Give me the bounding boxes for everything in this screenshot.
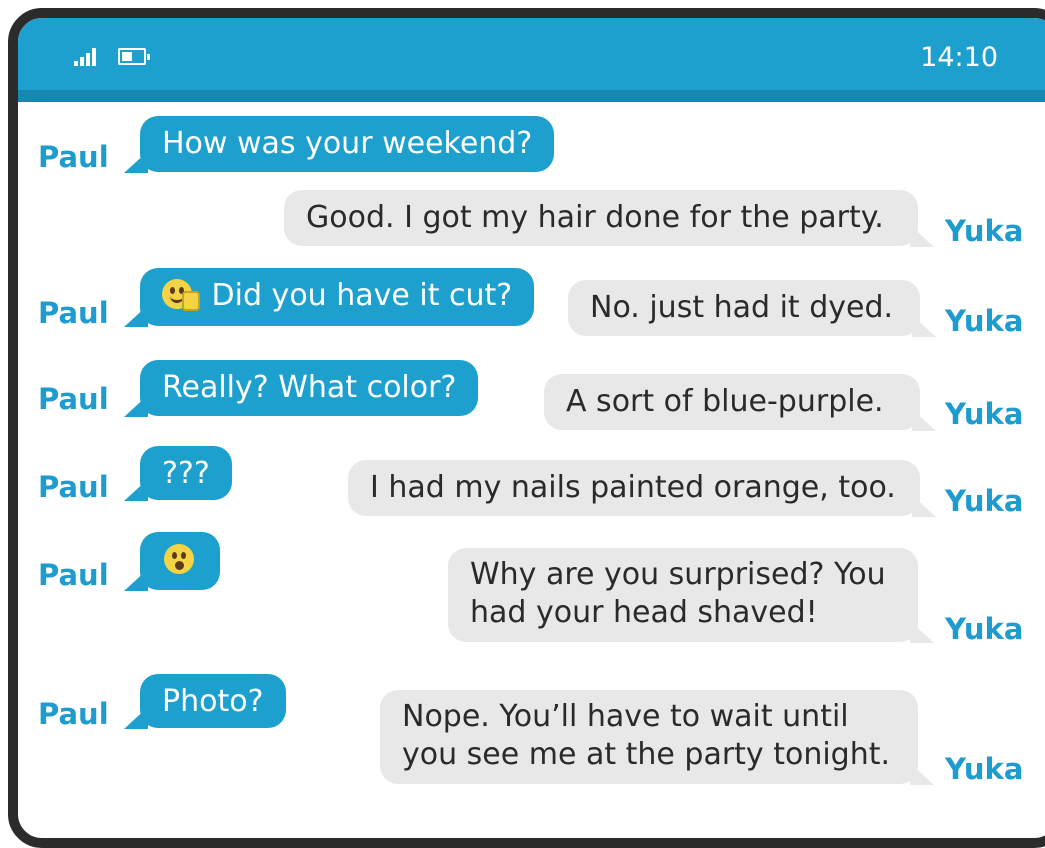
message-line: had your head shaved!	[470, 595, 818, 630]
message-yuka-3: A sort of blue-purple.	[544, 374, 936, 431]
message-paul-4: ???	[124, 446, 232, 501]
message-yuka-2: No. just had it dyed.	[568, 280, 936, 337]
status-bar: 14:10	[18, 18, 1045, 90]
surprised-emoji-icon	[164, 544, 194, 574]
status-bar-accent	[18, 90, 1045, 102]
message-paul-2: Did you have it cut?	[123, 268, 535, 327]
sender-name-paul: Paul	[38, 558, 109, 592]
sender-name-yuka: Yuka	[945, 612, 1024, 646]
sender-name-yuka: Yuka	[945, 214, 1024, 248]
sender-name-yuka: Yuka	[945, 484, 1024, 518]
message-line: Nope. You’ll have to wait until	[402, 699, 849, 734]
sender-name-yuka: Yuka	[945, 304, 1024, 338]
message-paul-5	[124, 532, 220, 591]
message-yuka-4: I had my nails painted orange, too.	[348, 460, 936, 517]
signal-icon	[74, 48, 100, 66]
message-paul-6: Photo?	[124, 674, 286, 729]
message-text: Did you have it cut?	[211, 278, 513, 313]
battery-icon	[118, 48, 150, 65]
status-time: 14:10	[920, 42, 998, 73]
sender-name-paul: Paul	[38, 140, 109, 174]
sender-name-yuka: Yuka	[945, 397, 1024, 431]
sender-name-yuka: Yuka	[945, 752, 1024, 786]
message-yuka-1: Good. I got my hair done for the party.	[284, 190, 934, 247]
message-line: Why are you surprised? You	[470, 557, 886, 592]
message-paul-1: How was your weekend?	[123, 116, 555, 173]
sender-name-paul: Paul	[38, 382, 109, 416]
message-yuka-6: Nope. You’ll have to wait until you see …	[380, 690, 934, 785]
message-line: you see me at the party tonight.	[402, 737, 891, 772]
message-yuka-5: Why are you surprised? You had your head…	[448, 548, 934, 643]
thumbs-up-emoji-icon	[162, 279, 200, 311]
sender-name-paul: Paul	[38, 697, 109, 731]
sender-name-paul: Paul	[38, 296, 109, 330]
message-paul-3: Really? What color?	[123, 360, 479, 417]
sender-name-paul: Paul	[38, 470, 109, 504]
